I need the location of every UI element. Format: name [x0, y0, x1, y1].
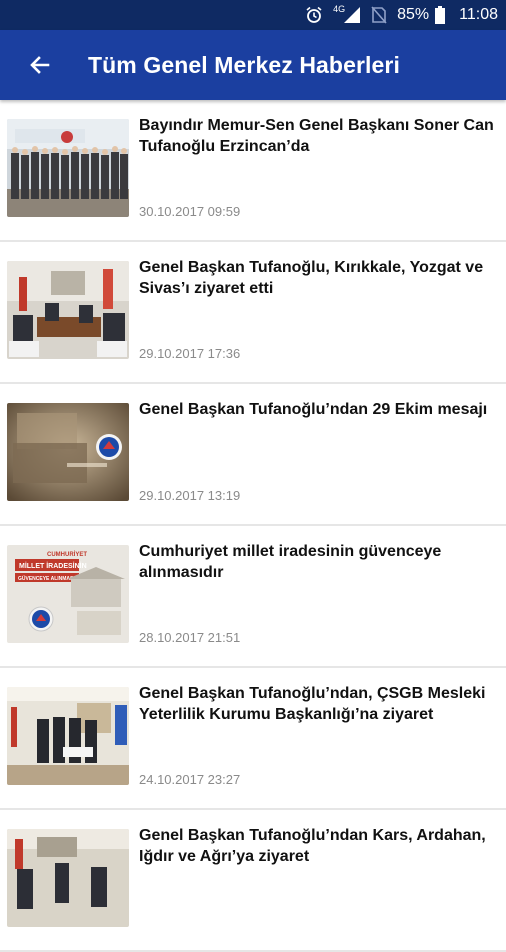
- news-item[interactable]: Genel Başkan Tufanoğlu, Kırıkkale, Yozga…: [0, 242, 506, 384]
- news-item[interactable]: Genel Başkan Tufanoğlu’ndan Kars, Ardaha…: [0, 810, 506, 952]
- network-type: 4G: [333, 4, 346, 14]
- no-sim-icon: [371, 6, 387, 24]
- news-item[interactable]: CUMHURİYET MİLLET İRADESİNİN GÜVENCEYE A…: [0, 526, 506, 668]
- back-button[interactable]: [20, 45, 60, 85]
- news-title: Genel Başkan Tufanoğlu’ndan, ÇSGB Meslek…: [139, 685, 486, 723]
- page-title: Tüm Genel Merkez Haberleri: [88, 51, 400, 78]
- arrow-left-icon: [30, 56, 50, 74]
- news-date: 24.10.2017 23:27: [139, 772, 241, 787]
- news-title: Cumhuriyet millet iradesinin güvenceye a…: [139, 543, 442, 581]
- app-bar: Tüm Genel Merkez Haberleri: [0, 30, 506, 100]
- news-date: 29.10.2017 13:19: [139, 488, 241, 503]
- battery-percent: 85%: [397, 6, 430, 23]
- news-title: Bayındır Memur-Sen Genel Başkanı Soner C…: [139, 117, 494, 155]
- news-item[interactable]: Genel Başkan Tufanoğlu’ndan 29 Ekim mesa…: [0, 384, 506, 526]
- news-title: Genel Başkan Tufanoğlu, Kırıkkale, Yozga…: [139, 259, 484, 297]
- news-thumbnail: [7, 829, 129, 927]
- news-thumbnail: [7, 403, 129, 501]
- news-thumbnail: CUMHURİYET MİLLET İRADESİNİN GÜVENCEYE A…: [7, 545, 129, 643]
- clock: 11:08: [459, 6, 498, 23]
- status-bar: 4G 85% 11:08: [0, 0, 506, 30]
- news-title: Genel Başkan Tufanoğlu’ndan Kars, Ardaha…: [139, 827, 486, 865]
- image-text: CUMHURİYET: [47, 551, 87, 558]
- alarm-icon: [305, 6, 323, 24]
- news-thumbnail: [7, 261, 129, 359]
- signal-icon: 4G: [333, 4, 361, 24]
- news-item[interactable]: Genel Başkan Tufanoğlu’ndan, ÇSGB Meslek…: [0, 668, 506, 810]
- image-text: MİLLET İRADESİNİN: [19, 562, 87, 570]
- news-date: 30.10.2017 09:59: [139, 204, 241, 219]
- battery-icon: [435, 6, 446, 24]
- news-thumbnail: [7, 119, 129, 217]
- news-date: 29.10.2017 17:36: [139, 346, 241, 361]
- news-date: 28.10.2017 21:51: [139, 630, 241, 645]
- news-list: Bayındır Memur-Sen Genel Başkanı Soner C…: [0, 100, 506, 952]
- news-title: Genel Başkan Tufanoğlu’ndan 29 Ekim mesa…: [139, 401, 488, 418]
- news-thumbnail: [7, 687, 129, 785]
- news-item[interactable]: Bayındır Memur-Sen Genel Başkanı Soner C…: [0, 100, 506, 242]
